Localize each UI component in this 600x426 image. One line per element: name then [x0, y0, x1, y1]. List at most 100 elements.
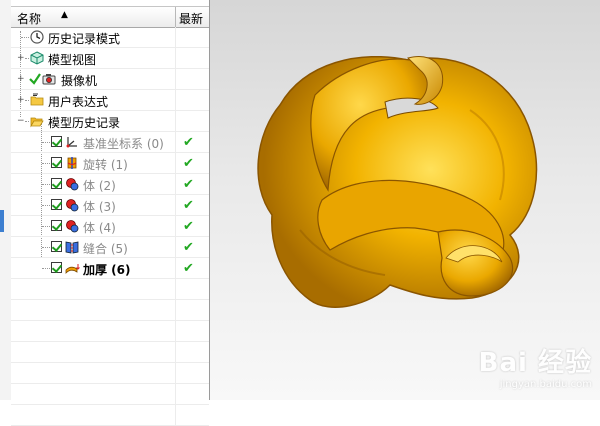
navigator-header: 名称 ▲ 最新: [11, 6, 209, 28]
tree-node-label: 历史记录模式: [48, 32, 121, 46]
expand-plus-icon[interactable]: +: [17, 75, 25, 84]
camera-icon: [42, 74, 56, 85]
watermark-url: jingyan.baidu.com: [499, 379, 592, 390]
feature-label: 体 (3): [83, 200, 116, 214]
feature-row-thicken[interactable]: 加厚 (6) ✔: [11, 258, 209, 279]
datum-csys-icon: [66, 137, 77, 148]
empty-row: [11, 321, 209, 342]
latest-check-icon: ✔: [183, 240, 194, 255]
collapse-minus-icon[interactable]: −: [17, 117, 25, 126]
tree-connector: [42, 163, 50, 165]
visibility-checkbox[interactable]: [51, 262, 62, 273]
expand-plus-icon[interactable]: +: [17, 54, 25, 63]
thicken-icon: [65, 264, 80, 274]
empty-row: [11, 363, 209, 384]
column-divider: [175, 300, 176, 320]
tree-node-label: 摄像机: [61, 74, 98, 88]
feature-label: 体 (2): [83, 179, 116, 193]
revolve-icon: [67, 157, 77, 169]
navigator-tree: 历史记录模式 + 模型视图 + 摄像机 + 用户表达式 − 模型历史记录 基准坐…: [11, 27, 209, 426]
column-divider: [175, 90, 176, 110]
baidu-jingyan-watermark: Bai 经验 jingyan.baidu.com: [479, 342, 592, 390]
column-divider: [175, 111, 176, 131]
feature-row-body-3[interactable]: 体 (3) ✔: [11, 195, 209, 216]
column-header-name[interactable]: 名称: [17, 10, 41, 27]
tree-node-model-history[interactable]: − 模型历史记录: [11, 111, 209, 132]
feature-row-body-4[interactable]: 体 (4) ✔: [11, 216, 209, 237]
feature-row-revolve[interactable]: 旋转 (1) ✔: [11, 153, 209, 174]
column-divider: [175, 384, 176, 404]
graphics-window[interactable]: Bai 经验 jingyan.baidu.com: [210, 0, 600, 400]
column-header-latest[interactable]: 最新: [179, 10, 203, 27]
tree-node-label: 模型视图: [48, 53, 97, 67]
tree-connector: [42, 247, 50, 249]
column-divider: [175, 279, 176, 299]
open-folder-icon: [30, 117, 44, 128]
tree-node-label: 模型历史记录: [48, 116, 121, 130]
empty-row: [11, 384, 209, 405]
column-divider: [175, 174, 176, 194]
feature-label: 缝合 (5): [83, 242, 128, 256]
column-divider: [175, 342, 176, 362]
feature-row-sew[interactable]: 缝合 (5) ✔: [11, 237, 209, 258]
tree-connector: [42, 184, 50, 186]
empty-row: [11, 342, 209, 363]
visibility-checkbox[interactable]: [51, 178, 62, 189]
column-divider: [175, 132, 176, 152]
feature-label: 旋转 (1): [83, 158, 128, 172]
column-divider: [175, 258, 176, 278]
body-icon: [66, 220, 79, 233]
folder-expression-icon: [30, 93, 44, 106]
3d-model-thickened-surface[interactable]: [210, 0, 600, 400]
tree-node-history-mode[interactable]: 历史记录模式: [11, 27, 209, 48]
visibility-checkbox[interactable]: [51, 241, 62, 252]
tree-node-label: 用户表达式: [48, 95, 109, 109]
column-divider: [175, 363, 176, 383]
latest-check-icon: ✔: [183, 135, 194, 150]
column-divider: [175, 48, 176, 68]
visibility-checkbox[interactable]: [51, 199, 62, 210]
visibility-checkbox[interactable]: [51, 220, 62, 231]
latest-check-icon: ✔: [183, 219, 194, 234]
column-divider: [175, 237, 176, 257]
resource-tab-marker[interactable]: [0, 210, 4, 232]
expand-plus-icon[interactable]: +: [17, 96, 25, 105]
clock-icon: [30, 30, 44, 44]
part-navigator: 名称 ▲ 最新 历史记录模式 + 模型视图 + 摄像机 + 用户表达式 − 模型…: [11, 0, 210, 426]
tree-node-cameras[interactable]: + 摄像机: [11, 69, 209, 90]
column-separator[interactable]: [175, 7, 176, 27]
latest-check-icon: ✔: [183, 198, 194, 213]
tree-connector: [42, 226, 50, 228]
column-divider: [175, 321, 176, 341]
tree-connector: [21, 37, 29, 39]
feature-label: 加厚 (6): [83, 263, 131, 277]
green-check-icon: [29, 73, 41, 85]
latest-check-icon: ✔: [183, 261, 194, 276]
empty-row: [11, 279, 209, 300]
column-divider: [175, 405, 176, 425]
visibility-checkbox[interactable]: [51, 136, 62, 147]
views-cube-icon: [30, 51, 44, 65]
tree-connector: [25, 121, 29, 123]
feature-row-datum-csys[interactable]: 基准坐标系 (0) ✔: [11, 132, 209, 153]
latest-check-icon: ✔: [183, 177, 194, 192]
column-divider: [175, 195, 176, 215]
body-icon: [66, 199, 79, 212]
tree-node-user-expressions[interactable]: + 用户表达式: [11, 90, 209, 111]
tree-connector: [25, 100, 29, 102]
tree-connector: [25, 58, 29, 60]
column-divider: [175, 153, 176, 173]
tree-connector: [42, 142, 50, 144]
body-icon: [66, 178, 79, 191]
sort-ascending-icon[interactable]: ▲: [61, 10, 68, 20]
feature-label: 体 (4): [83, 221, 116, 235]
tree-connector: [42, 268, 50, 270]
tree-node-model-views[interactable]: + 模型视图: [11, 48, 209, 69]
tree-connector: [42, 205, 50, 207]
empty-row: [11, 405, 209, 426]
empty-row: [11, 300, 209, 321]
visibility-checkbox[interactable]: [51, 157, 62, 168]
latest-check-icon: ✔: [183, 156, 194, 171]
column-divider: [175, 27, 176, 47]
feature-row-body-2[interactable]: 体 (2) ✔: [11, 174, 209, 195]
